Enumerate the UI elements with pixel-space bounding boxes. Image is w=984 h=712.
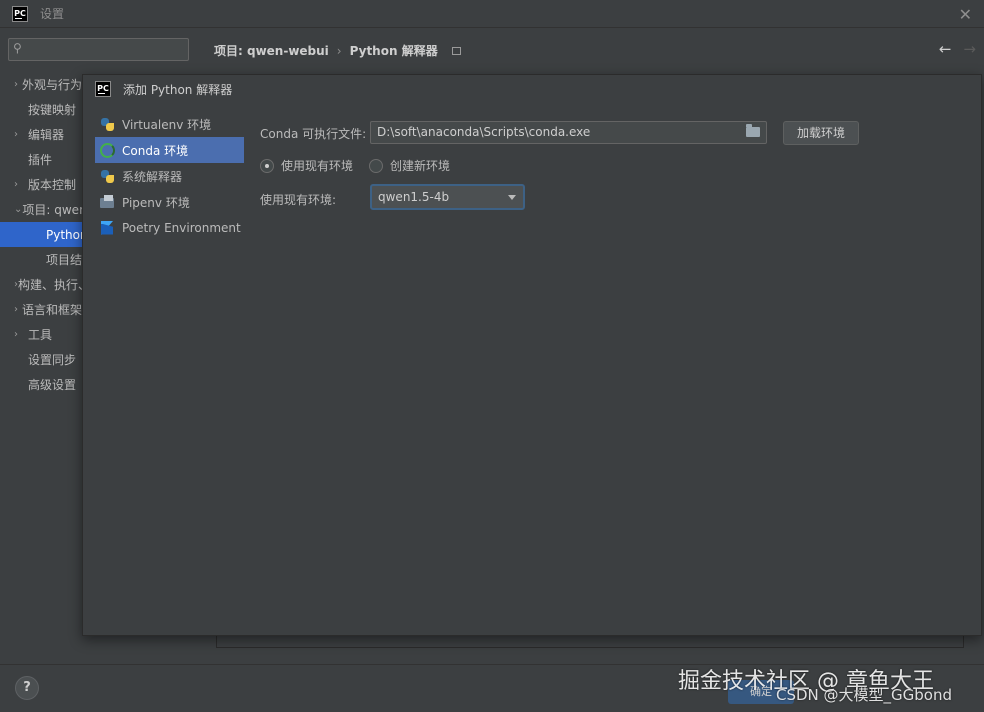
breadcrumb-page: Python 解释器 [349, 44, 438, 58]
search-icon: ⚲ [13, 41, 22, 55]
chevron-right-icon[interactable]: › [14, 179, 28, 190]
sidebar-item[interactable]: 设置同步 [0, 347, 82, 372]
settings-search-input[interactable]: ⚲ [8, 38, 189, 61]
interpreter-type-item[interactable]: Virtualenv 环境 [95, 111, 244, 137]
sidebar-item-label: 外观与行为 [21, 78, 82, 92]
radio-unchecked-icon [369, 158, 383, 173]
sidebar-item[interactable]: › 外观与行为 [0, 72, 82, 97]
interpreter-type-list: Virtualenv 环境 Conda 环境 系统解释器 Pipenv 环境 Poetr… [95, 111, 244, 241]
sidebar-item[interactable]: ›构建、执行、部署 [0, 272, 82, 297]
python-icon [100, 169, 115, 184]
title-bar: PC 设置 ✕ [0, 0, 984, 28]
chevron-down-icon[interactable]: ⌄ [14, 204, 22, 215]
sidebar-item[interactable]: › 编辑器 [0, 122, 82, 147]
sidebar-item-label: 构建、执行、部署 [18, 278, 82, 292]
sidebar-item[interactable]: 插件 [0, 147, 82, 172]
interpreter-type-label: Poetry Environment [122, 221, 241, 235]
sidebar-item-label: 设置同步 [28, 353, 77, 367]
sidebar-item[interactable]: 按键映射 [0, 97, 82, 122]
sidebar-item-label: 编辑器 [28, 128, 65, 142]
chevron-right-icon[interactable]: › [14, 79, 22, 90]
interpreter-type-item[interactable]: Poetry Environment [95, 215, 244, 241]
sidebar-item-label: 项目结构 [46, 253, 82, 267]
sidebar-item[interactable]: 项目结构 [0, 247, 82, 272]
breadcrumb-separator: › [336, 43, 342, 58]
chevron-right-icon[interactable]: › [14, 129, 28, 140]
sidebar-item-label: 版本控制 [28, 178, 77, 192]
pycharm-logo-icon: PC [95, 81, 111, 97]
interpreter-type-label: 系统解释器 [122, 169, 183, 184]
create-new-env-radio[interactable]: 创建新环境 [369, 157, 450, 174]
sidebar-item-label: 工具 [28, 328, 53, 342]
use-existing-env-radio[interactable]: 使用现有环境 [260, 157, 353, 174]
forward-arrow-icon[interactable]: → [963, 40, 976, 58]
history-navigation: ← → [939, 40, 976, 58]
breadcrumb-project[interactable]: 项目: qwen-webui [214, 42, 329, 59]
use-existing-env-label: 使用现有环境 [281, 159, 354, 173]
dialog-title: 添加 Python 解释器 [123, 82, 233, 97]
dialog-title-bar: PC 添加 Python 解释器 [95, 81, 232, 97]
chevron-right-icon[interactable]: › [14, 304, 22, 315]
settings-tree: ›外观与行为按键映射›编辑器插件›版本控制⌄项目: qwen-webuiPyth… [0, 72, 82, 397]
existing-env-dropdown[interactable]: qwen1.5-4b [370, 184, 525, 210]
python-icon [100, 117, 115, 132]
sidebar-item[interactable]: Python 解释器 [0, 222, 82, 247]
sidebar-item[interactable]: › 工具 [0, 322, 82, 347]
poetry-icon [100, 220, 115, 236]
pipenv-icon [100, 194, 115, 210]
interpreter-type-item[interactable]: Conda 环境 [95, 137, 244, 163]
sidebar-item-label: 高级设置 [28, 378, 77, 392]
interpreter-type-label: Conda 环境 [122, 143, 189, 158]
add-python-interpreter-dialog: PC 添加 Python 解释器 Virtualenv 环境 Conda 环境 系统… [82, 74, 982, 636]
help-button[interactable]: ? [15, 676, 39, 700]
sidebar-item[interactable]: › 语言和框架 [0, 297, 82, 322]
sidebar-item[interactable]: 高级设置 [0, 372, 82, 397]
load-environments-button[interactable]: 加载环境 [783, 121, 859, 145]
existing-env-value: qwen1.5-4b [378, 190, 450, 204]
back-arrow-icon[interactable]: ← [939, 40, 952, 58]
chevron-down-icon [508, 195, 516, 200]
conda-executable-label: Conda 可执行文件: [260, 127, 367, 141]
sidebar-item-label: 项目: qwen-webui [22, 203, 82, 217]
conda-icon [100, 142, 115, 158]
sidebar-item[interactable]: › 版本控制 [0, 172, 82, 197]
conda-executable-value: D:\soft\anaconda\Scripts\conda.exe [377, 125, 591, 139]
existing-env-label: 使用现有环境: [260, 193, 337, 207]
browse-folder-icon[interactable] [746, 124, 760, 137]
sidebar-item-label: 按键映射 [28, 103, 77, 117]
breadcrumb: 项目: qwen-webui › Python 解释器 [214, 42, 461, 59]
sidebar-item-label: 插件 [28, 153, 53, 167]
window-title: 设置 [40, 7, 65, 21]
create-new-env-label: 创建新环境 [390, 159, 451, 173]
page-settings-icon[interactable] [451, 46, 461, 55]
close-icon[interactable]: ✕ [959, 5, 972, 24]
interpreter-type-item[interactable]: Pipenv 环境 [95, 189, 244, 215]
pycharm-logo-icon: PC [12, 5, 28, 22]
conda-executable-field[interactable]: D:\soft\anaconda\Scripts\conda.exe [370, 121, 767, 144]
interpreter-type-label: Pipenv 环境 [122, 195, 190, 210]
sidebar-item[interactable]: ⌄项目: qwen-webui [0, 197, 82, 222]
watermark-csdn: CSDN @大模型_GGbond [776, 686, 953, 704]
chevron-right-icon[interactable]: › [14, 329, 28, 340]
interpreter-type-item[interactable]: 系统解释器 [95, 163, 244, 189]
interpreter-type-label: Virtualenv 环境 [122, 117, 212, 132]
radio-checked-icon [260, 158, 274, 173]
sidebar-item-label: 语言和框架 [21, 303, 82, 317]
sidebar-item-label: Python 解释器 [46, 228, 82, 242]
